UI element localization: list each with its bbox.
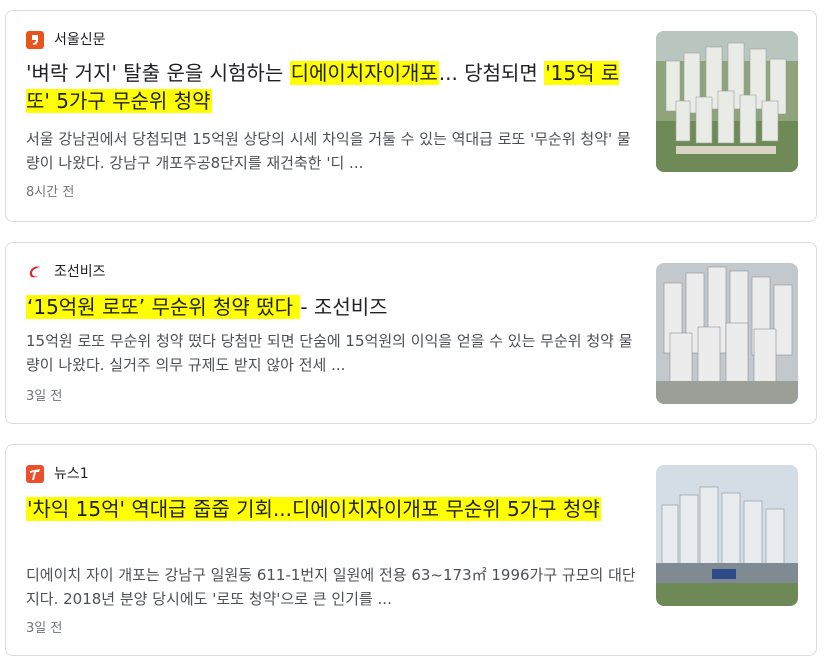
article-snippet: 15억원 로또 무순위 청약 떴다 당첨만 되면 단숨에 15억원의 이익을 얻… (26, 332, 633, 374)
news-card-2[interactable]: 조선비즈 ‘15억원 로또’ 무순위 청약 떴다 - 조선비즈 15억원 로또 … (5, 242, 817, 424)
title-text: ... 당첨되면 (438, 61, 545, 85)
source-name: 서울신문 (54, 32, 106, 48)
article-thumbnail[interactable] (656, 263, 798, 404)
news1-logo-icon (26, 465, 44, 483)
article-thumbnail[interactable] (656, 31, 798, 172)
title-highlight: ‘15억원 로또’ 무순위 청약 떴다 (26, 295, 301, 319)
article-time: 3일 전 (26, 389, 63, 404)
news-source: 서울신문 (26, 31, 106, 49)
chosun-biz-logo-icon (26, 263, 44, 281)
title-text: - 조선비즈 (300, 295, 388, 319)
news-source: 조선비즈 (26, 263, 106, 281)
news-card-1[interactable]: 서울신문 '벼락 거지' 탈출 운을 시험하는 디에이치자이개포... 당첨되면… (5, 10, 817, 222)
article-title-link[interactable]: '벼락 거지' 탈출 운을 시험하는 디에이치자이개포... 당첨되면 '15억… (26, 59, 636, 115)
article-title-link[interactable]: ‘15억원 로또’ 무순위 청약 떴다 - 조선비즈 (26, 293, 636, 321)
article-time: 3일 전 (26, 621, 63, 636)
seoul-shinmun-logo-icon (26, 31, 44, 49)
news-card-3[interactable]: 뉴스1 '차익 15억' 역대급 줍줍 기회...디에이치자이개포 무순위 5가… (5, 444, 817, 656)
news-source: 뉴스1 (26, 465, 89, 483)
article-title-link[interactable]: '차익 15억' 역대급 줍줍 기회...디에이치자이개포 무순위 5가구 청약 (26, 495, 636, 523)
source-name: 조선비즈 (54, 264, 106, 280)
article-snippet: 서울 강남권에서 당첨되면 15억원 상당의 시세 차익을 거둘 수 있는 역대… (26, 130, 631, 172)
title-highlight: '차익 15억' 역대급 줍줍 기회...디에이치자이개포 무순위 5가구 청약 (26, 497, 601, 521)
title-highlight: 디에이치자이개포 (289, 61, 439, 85)
article-snippet: 디에이치 자이 개포는 강남구 일원동 611-1번지 일원에 전용 63~17… (26, 566, 636, 608)
source-name: 뉴스1 (54, 466, 89, 482)
title-text: '벼락 거지' 탈출 운을 시험하는 (26, 61, 290, 85)
article-thumbnail[interactable] (656, 465, 798, 606)
article-time: 8시간 전 (26, 185, 75, 200)
